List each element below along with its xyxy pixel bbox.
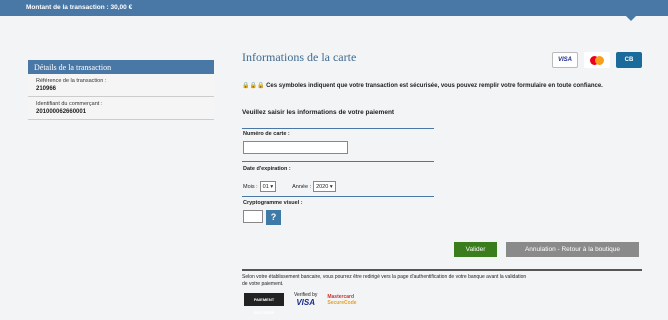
cvv-label: Cryptogramme visuel : (243, 200, 303, 206)
footer-notice: Selon votre établissement bancaire, vous… (242, 274, 527, 287)
merchant-block: Identifiant du commerçant : 201000062660… (28, 97, 214, 120)
month-label: Mois : (243, 183, 258, 190)
verified-by-visa-logo: Verified by VISA (294, 292, 317, 307)
year-value: 2020 (316, 184, 329, 190)
year-label: Année : (292, 183, 312, 190)
divider (242, 161, 434, 162)
year-select[interactable]: 2020 ▾ (313, 181, 336, 192)
reference-value: 210966 (36, 86, 57, 92)
divider (242, 128, 434, 129)
validate-button[interactable]: Valider (454, 242, 497, 257)
fill-instructions: Veuillez saisir les informations de votr… (242, 109, 395, 116)
month-value: 01 (262, 184, 269, 190)
merchant-value: 201000062660001 (36, 109, 87, 115)
visa-card-icon[interactable]: VISA (552, 52, 578, 68)
cancel-button[interactable]: Annulation - Retour à la boutique (506, 242, 639, 257)
merchant-label: Identifiant du commerçant : (36, 101, 103, 107)
accepted-cards: VISA CB (552, 52, 642, 68)
mastercard-icon[interactable] (584, 52, 610, 68)
mastercard-text: Mastercard (327, 293, 355, 300)
month-select[interactable]: 01 ▾ (259, 181, 277, 192)
details-title: Détails de la transaction (28, 60, 214, 74)
top-bar: Montant de la transaction : 30,00 € (0, 0, 668, 21)
divider (242, 196, 434, 197)
transaction-amount: Montant de la transaction : 30,00 € (26, 4, 133, 11)
expiry-row: Mois : 01 ▾ Année : 2020 ▾ (243, 181, 336, 192)
transaction-details-panel: Détails de la transaction Référence de l… (28, 60, 214, 120)
cvv-input[interactable] (243, 210, 263, 223)
topbar-notch (626, 16, 636, 21)
card-number-input[interactable] (243, 141, 348, 154)
footer-divider (242, 269, 642, 271)
reference-label: Référence de la transaction : (36, 78, 107, 84)
form-title: Informations de la carte (242, 50, 357, 64)
lock-icon: 🔒🔒🔒 (242, 83, 265, 89)
expiry-label: Date d'expiration : (243, 166, 291, 172)
cb-card-icon[interactable]: CB (616, 52, 642, 68)
card-number-label: Numéro de carte : (243, 131, 290, 137)
securecode-text: SecureCode (327, 299, 357, 306)
visa-text: VISA (296, 298, 316, 307)
secure-message-text: Ces symboles indiquent que votre transac… (266, 83, 603, 89)
security-logos: PAIEMENT SÉCURISÉ Verified by VISA Maste… (244, 292, 357, 315)
mastercard-securecode-logo: Mastercard SecureCode (327, 294, 356, 306)
secure-payment-logo: PAIEMENT SÉCURISÉ (244, 293, 284, 315)
reference-block: Référence de la transaction : 210966 (28, 74, 214, 97)
secure-message: 🔒🔒🔒 Ces symboles indiquent que votre tra… (242, 82, 642, 90)
help-icon[interactable]: ? (266, 210, 281, 225)
